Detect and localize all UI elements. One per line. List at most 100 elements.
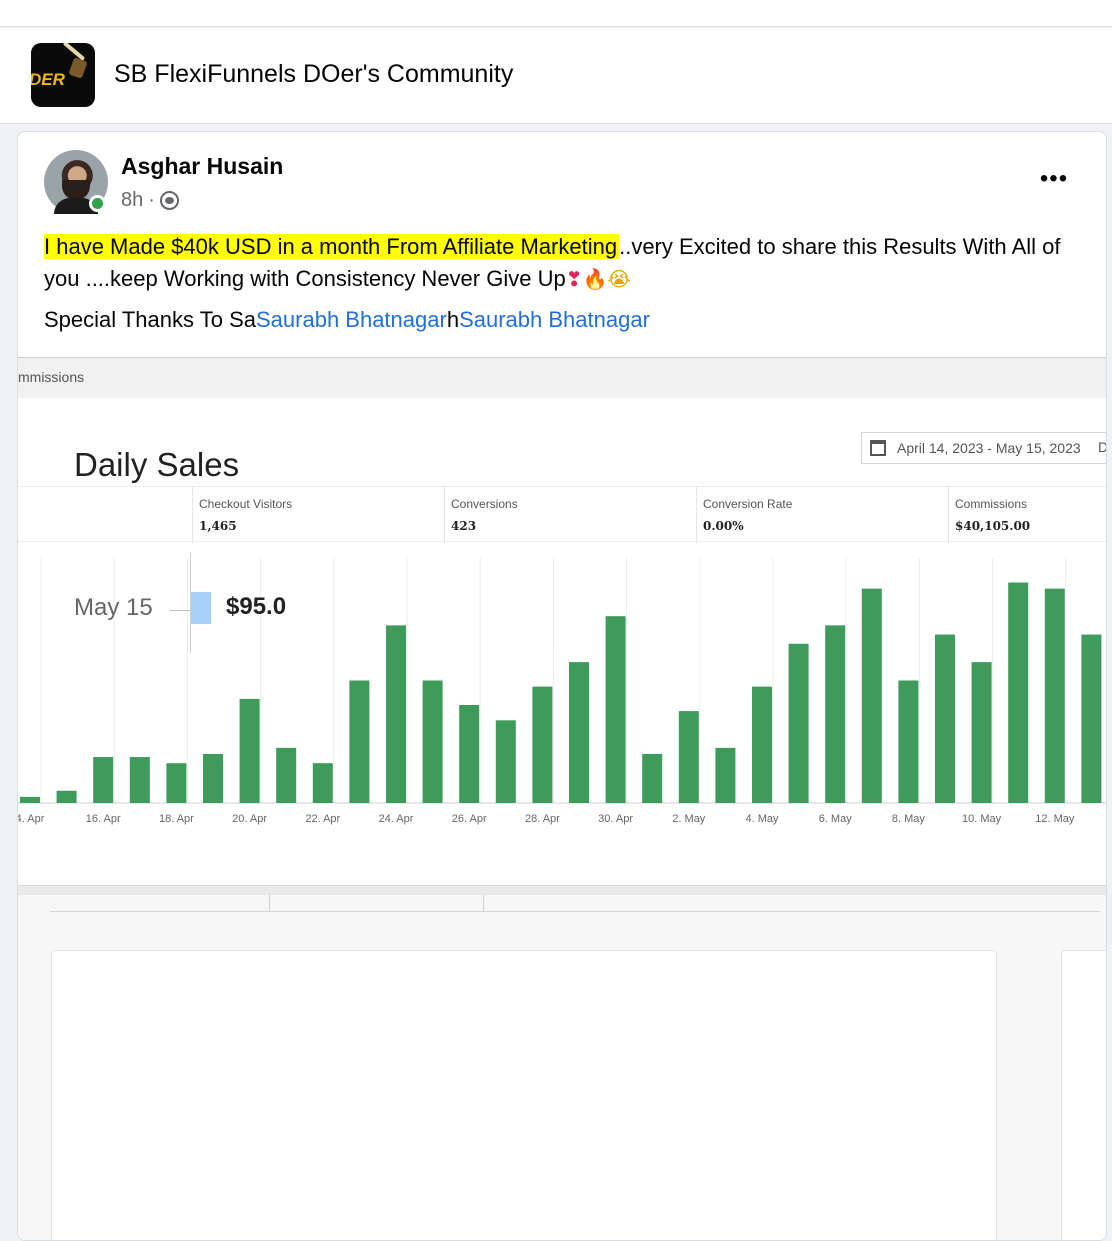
chart-tick-label: 10. May (962, 813, 1002, 825)
avatar-beard-shape (62, 180, 90, 200)
chart-bar (1081, 634, 1102, 803)
chart-bar (642, 754, 663, 803)
group-name[interactable]: SB FlexiFunnels DOer's Community (114, 60, 513, 89)
chart-bar (715, 747, 736, 803)
stat-label: Conversions (451, 497, 518, 511)
chart-tick-label: 8. May (892, 813, 926, 825)
chart-bar (93, 757, 114, 803)
chart-bar (605, 616, 626, 803)
mention-link-2[interactable]: Saurabh Bhatnagar (459, 307, 650, 332)
chart-bar (1044, 588, 1065, 803)
chart-bar (935, 634, 955, 803)
chart-bar (532, 686, 553, 803)
fire-icon: 🔥 (582, 267, 608, 291)
daily-sales-bar (191, 592, 211, 624)
chart-bar (56, 790, 77, 803)
chart-bar (459, 705, 480, 803)
chart-bar (825, 625, 846, 803)
more-options-icon[interactable]: ••• (1034, 164, 1074, 194)
stat-conversion-rate: Conversion Rate 0.00% (696, 487, 948, 543)
logo-hand-shape (68, 57, 88, 79)
chart-bar (1008, 582, 1029, 803)
chart-tick-label: 28. Apr (525, 813, 560, 825)
logo-text: DER (31, 70, 65, 89)
highlighted-text: I have Made $40k USD in a month From Aff… (44, 234, 620, 259)
stat-label: Commissions (955, 497, 1028, 511)
daily-sales-tick (170, 610, 190, 611)
mention-link-1[interactable]: Saurabh Bhatnagar (256, 307, 447, 332)
chart-bar (20, 796, 40, 803)
screenshot-divider (18, 885, 1106, 895)
post-card: Asghar Husain 8h · ••• I have Made $40k … (17, 131, 1107, 1241)
stats-row: Checkout Visitors 1,465 Conversions 423 … (18, 486, 1106, 543)
chart-tick-label: 12. May (1035, 813, 1075, 825)
post-time[interactable]: 8h (121, 189, 143, 212)
stat-value: $40,105.00 (955, 519, 1031, 533)
audience-globe-icon[interactable] (159, 191, 179, 210)
chart-bar (788, 643, 809, 803)
stat-value: 1,465 (199, 519, 237, 533)
meta-separator: · (148, 189, 155, 211)
chart-bar (276, 747, 297, 803)
chart-bar (203, 754, 223, 803)
stat-checkout-visitors: Checkout Visitors 1,465 (192, 487, 444, 543)
date-range-extra: D (1098, 439, 1106, 455)
stat-value: 0.00% (703, 519, 744, 533)
chart-bar (166, 763, 187, 803)
chart-tick-label: 26. Apr (452, 813, 487, 825)
tab-divider (483, 895, 484, 911)
thanks-mid: h (446, 307, 460, 332)
date-range-picker: April 14, 2023 - May 15, 2023 (861, 432, 1106, 464)
attached-screenshot[interactable]: mmissions April 14, 2023 - May 15, 2023 … (18, 357, 1106, 1240)
group-header: DER SB FlexiFunnels DOer's Community (0, 28, 1112, 124)
chart-bar (239, 698, 260, 803)
chart-bar (971, 662, 992, 803)
date-range-text: April 14, 2023 - May 15, 2023 (897, 440, 1081, 456)
stat-commissions: Commissions $40,105.00 (948, 487, 1106, 543)
chart-bar (386, 625, 406, 803)
online-status-dot (89, 195, 106, 212)
chart-tick-label: 20. Apr (232, 813, 267, 825)
chart-tick-label: 24. Apr (379, 813, 414, 825)
top-strip (0, 0, 1112, 27)
screenshot-breadcrumb: mmissions (18, 369, 85, 385)
screenshot-lower-area (18, 895, 1106, 1240)
chart-bar (349, 680, 370, 803)
chart-bar (678, 711, 699, 803)
daily-sales-card (51, 950, 997, 1240)
chart-tick-label: 4. Apr (18, 813, 45, 825)
chart-bar (312, 763, 333, 803)
tab-baseline (50, 911, 1100, 912)
chart-tick-label: 30. Apr (598, 813, 633, 825)
screenshot-topbar: mmissions (18, 358, 1106, 398)
calendar-icon (870, 440, 886, 456)
thanks-line: Special Thanks To SaSaurabh BhatnagarhSa… (44, 307, 650, 333)
chart-tick-label: 4. May (745, 813, 779, 825)
post-body: I have Made $40k USD in a month From Aff… (44, 231, 1084, 295)
daily-sales-title: Daily Sales (74, 446, 240, 483)
chart-bar (129, 757, 150, 803)
tab-divider (269, 895, 270, 911)
author-name[interactable]: Asghar Husain (121, 153, 283, 180)
chart-tick-label: 16. Apr (86, 813, 121, 825)
chart-tick-label: 22. Apr (305, 813, 340, 825)
heart-exclamation-icon: ❣ (565, 267, 583, 291)
stat-conversions: Conversions 423 (444, 487, 696, 543)
crying-face-icon: 😭 (607, 267, 631, 291)
chart-bar (898, 680, 919, 803)
chart-bar (752, 686, 772, 803)
thanks-prefix: Special Thanks To Sa (44, 307, 256, 332)
chart-bar (861, 588, 882, 803)
commissions-bar-chart: 4. Apr 16. Apr 18. Apr 20. Apr 22. Apr 24. Ap… (18, 558, 1106, 825)
daily-sales-date: May 15 (74, 594, 153, 621)
chart-tick-label: 6. May (819, 813, 853, 825)
chart-bar (569, 662, 589, 803)
daily-sales-value: $95.0 (226, 593, 287, 620)
chart-tick-label: 2. May (672, 813, 706, 825)
group-logo[interactable]: DER (31, 43, 95, 107)
stat-label: Conversion Rate (703, 497, 793, 511)
chart-tick-label: 18. Apr (159, 813, 194, 825)
chart-bar (495, 720, 516, 803)
stat-value: 423 (451, 519, 477, 533)
stat-label: Checkout Visitors (199, 497, 293, 511)
